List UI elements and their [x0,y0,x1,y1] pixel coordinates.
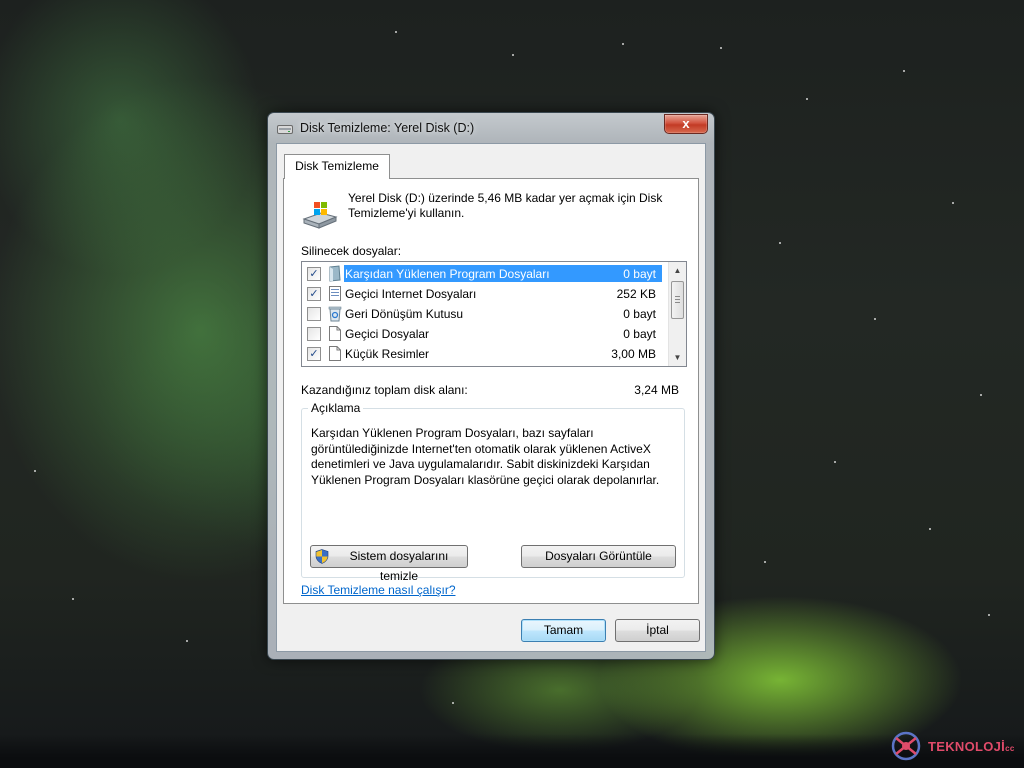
list-item[interactable]: ✓ Küçük Resimler 3,00 MB [302,344,664,364]
item-name: Geri Dönüşüm Kutusu [345,307,464,321]
tab-panel: Yerel Disk (D:) üzerinde 5,46 MB kadar y… [283,178,699,604]
item-size: 3,00 MB [611,347,656,361]
checkbox[interactable]: ✓ [307,347,321,361]
close-icon: x [682,116,690,131]
item-name: Geçici Dosyalar [345,327,430,341]
list-scrollbar[interactable]: ▲ ▼ [668,262,686,366]
item-name: Geçici Internet Dosyaları [345,287,477,301]
checkbox[interactable]: ✓ [307,287,321,301]
total-gain-label: Kazandığınız toplam disk alanı: [301,383,468,397]
document-icon [329,286,341,301]
title-bar[interactable]: Disk Temizleme: Yerel Disk (D:) x [268,113,714,143]
view-files-button[interactable]: Dosyaları Görüntüle [521,545,676,568]
star [834,461,836,463]
star [952,202,954,204]
disk-cleanup-icon [302,202,338,229]
help-link[interactable]: Disk Temizleme nasıl çalışır? [301,583,456,597]
list-item[interactable]: ✓ Geçici Internet Dosyaları 252 KB [302,284,664,304]
ok-button[interactable]: Tamam [521,619,606,642]
files-to-delete-label: Silinecek dosyalar: [301,244,402,258]
scroll-up-icon[interactable]: ▲ [669,262,686,279]
star [622,43,624,45]
recycle-bin-icon [328,306,342,322]
item-name: Küçük Resimler [345,347,430,361]
list-item[interactable]: Geçici Dosyalar 0 bayt [302,324,664,344]
star [512,54,514,56]
star [720,47,722,49]
item-size: 0 bayt [623,307,656,321]
blank-file-icon [329,326,341,341]
checkbox[interactable] [307,307,321,321]
star [903,70,905,72]
list-item[interactable]: Geri Dönüşüm Kutusu 0 bayt [302,304,664,324]
close-button[interactable]: x [664,114,708,134]
window-title: Disk Temizleme: Yerel Disk (D:) [300,121,475,135]
list-item[interactable]: ✓ Karşıdan Yüklenen Program Dosyaları 0 … [302,264,664,284]
star [806,98,808,100]
uac-shield-icon [315,549,329,564]
star [34,470,36,472]
star [874,318,876,320]
star [395,31,397,33]
watermark-brand: TEKNOLOJİ [928,739,1006,754]
clean-system-files-label: Sistem dosyalarını temizle [349,549,449,583]
cancel-button[interactable]: İptal [615,619,700,642]
item-size: 0 bayt [623,267,656,281]
scroll-down-icon[interactable]: ▼ [669,349,686,366]
item-size: 0 bayt [623,327,656,341]
star [452,702,454,704]
star [988,614,990,616]
total-gain-value: 3,24 MB [634,383,679,397]
checkbox[interactable]: ✓ [307,267,321,281]
star [764,561,766,563]
description-title: Açıklama [308,401,364,415]
watermark-text: TEKNOLOJİcc [928,739,1015,754]
clean-system-files-button[interactable]: Sistem dosyalarını temizle [310,545,468,583]
blank-file-icon [329,346,341,361]
disk-cleanup-window: Disk Temizleme: Yerel Disk (D:) x Disk T… [267,112,715,660]
description-text: Karşıdan Yüklenen Program Dosyaları, baz… [311,426,660,487]
dialog-body: Disk Temizleme Yerel Disk (D:) üzerinde … [276,143,706,652]
star [980,394,982,396]
description-group: Açıklama Karşıdan Yüklenen Program Dosya… [301,401,685,583]
folder-icon [329,265,341,282]
star [72,598,74,600]
tab-disk-cleanup[interactable]: Disk Temizleme [284,154,390,179]
star [186,640,188,642]
checkbox[interactable] [307,327,321,341]
horizon [0,734,1024,768]
files-list[interactable]: ✓ Karşıdan Yüklenen Program Dosyaları 0 … [301,261,687,367]
star [929,528,931,530]
drive-icon [277,125,293,134]
watermark-suffix: cc [1005,744,1015,753]
intro-text: Yerel Disk (D:) üzerinde 5,46 MB kadar y… [348,191,663,220]
item-size: 252 KB [616,287,656,301]
scroll-thumb[interactable] [671,281,684,319]
item-name: Karşıdan Yüklenen Program Dosyaları [345,267,550,281]
star [779,242,781,244]
